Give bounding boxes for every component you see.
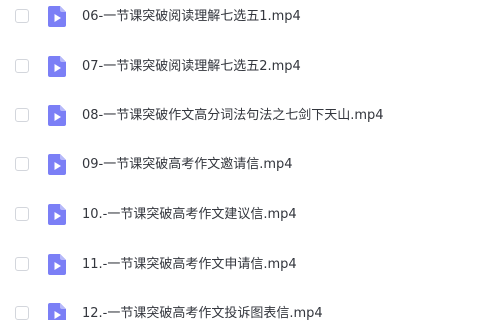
row-checkbox[interactable] — [15, 108, 29, 122]
video-file-icon — [48, 105, 66, 126]
file-name[interactable]: 06-一节课突破阅读理解七选五1.mp4 — [82, 8, 301, 25]
file-name[interactable]: 08-一节课突破作文高分词法句法之七剑下天山.mp4 — [82, 107, 384, 124]
row-checkbox[interactable] — [15, 157, 29, 171]
file-name[interactable]: 12.-一节课突破高考作文投诉图表信.mp4 — [82, 305, 323, 320]
video-file-icon — [48, 204, 66, 225]
row-checkbox[interactable] — [15, 59, 29, 73]
file-row[interactable]: 12.-一节课突破高考作文投诉图表信.mp4 — [0, 297, 485, 320]
file-row[interactable]: 09-一节课突破高考作文邀请信.mp4 — [0, 148, 485, 182]
row-checkbox[interactable] — [15, 207, 29, 221]
file-row[interactable]: 11.-一节课突破高考作文申请信.mp4 — [0, 248, 485, 282]
file-row[interactable]: 10.-一节课突破高考作文建议信.mp4 — [0, 198, 485, 232]
row-checkbox[interactable] — [15, 306, 29, 320]
file-name[interactable]: 07-一节课突破阅读理解七选五2.mp4 — [82, 58, 301, 75]
file-row[interactable]: 07-一节课突破阅读理解七选五2.mp4 — [0, 50, 485, 84]
file-list: 06-一节课突破阅读理解七选五1.mp4 07-一节课突破阅读理解七选五2.mp… — [0, 0, 485, 320]
file-row[interactable]: 08-一节课突破作文高分词法句法之七剑下天山.mp4 — [0, 99, 485, 133]
file-name[interactable]: 09-一节课突破高考作文邀请信.mp4 — [82, 156, 293, 173]
row-checkbox[interactable] — [15, 9, 29, 23]
video-file-icon — [48, 154, 66, 175]
video-file-icon — [48, 56, 66, 77]
file-name[interactable]: 11.-一节课突破高考作文申请信.mp4 — [82, 256, 297, 273]
video-file-icon — [48, 6, 66, 27]
row-checkbox[interactable] — [15, 257, 29, 271]
file-row[interactable]: 06-一节课突破阅读理解七选五1.mp4 — [0, 0, 485, 34]
video-file-icon — [48, 254, 66, 275]
video-file-icon — [48, 303, 66, 320]
file-name[interactable]: 10.-一节课突破高考作文建议信.mp4 — [82, 206, 297, 223]
